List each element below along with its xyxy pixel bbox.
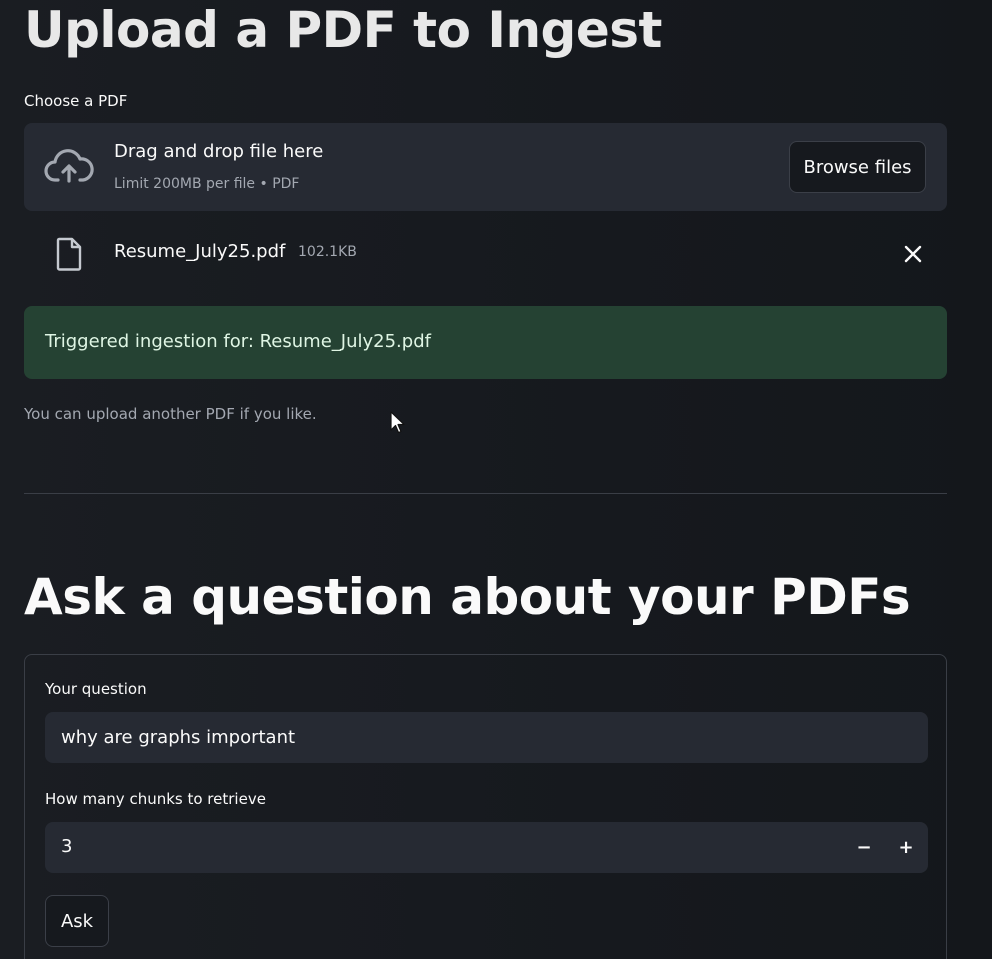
section-divider xyxy=(24,493,947,494)
browse-files-button[interactable]: Browse files xyxy=(789,141,926,193)
uploaded-file-name: Resume_July25.pdf xyxy=(114,241,286,262)
chunks-label: How many chunks to retrieve xyxy=(45,790,266,808)
close-icon[interactable] xyxy=(901,242,925,266)
app-page: Upload a PDF to Ingest Choose a PDF Drag… xyxy=(0,0,992,959)
decrement-button[interactable]: − xyxy=(843,822,885,873)
chunks-value[interactable]: 3 xyxy=(61,836,72,857)
file-dropzone[interactable]: Drag and drop file here Limit 200MB per … xyxy=(24,123,947,211)
dropzone-instructions: Drag and drop file here xyxy=(114,141,324,162)
upload-section-title: Upload a PDF to Ingest xyxy=(24,1,662,59)
mouse-cursor-icon xyxy=(390,411,405,434)
ask-button[interactable]: Ask xyxy=(45,895,109,947)
uploaded-file-size: 102.1KB xyxy=(298,244,357,260)
file-icon xyxy=(56,237,82,271)
upload-hint-text: You can upload another PDF if you like. xyxy=(24,405,317,423)
cloud-upload-icon xyxy=(44,149,94,183)
success-alert: Triggered ingestion for: Resume_July25.p… xyxy=(24,306,947,379)
chunks-number-input[interactable]: 3 − + xyxy=(45,822,928,873)
question-label: Your question xyxy=(45,680,147,698)
ask-section-title: Ask a question about your PDFs xyxy=(24,568,911,626)
uploaded-file-item: Resume_July25.pdf 102.1KB xyxy=(24,226,947,280)
increment-button[interactable]: + xyxy=(885,822,927,873)
dropzone-limit-text: Limit 200MB per file • PDF xyxy=(114,176,300,192)
question-form: Your question How many chunks to retriev… xyxy=(24,654,947,959)
file-uploader-label: Choose a PDF xyxy=(24,92,128,110)
success-message: Triggered ingestion for: Resume_July25.p… xyxy=(45,331,431,352)
question-input[interactable] xyxy=(45,712,928,763)
